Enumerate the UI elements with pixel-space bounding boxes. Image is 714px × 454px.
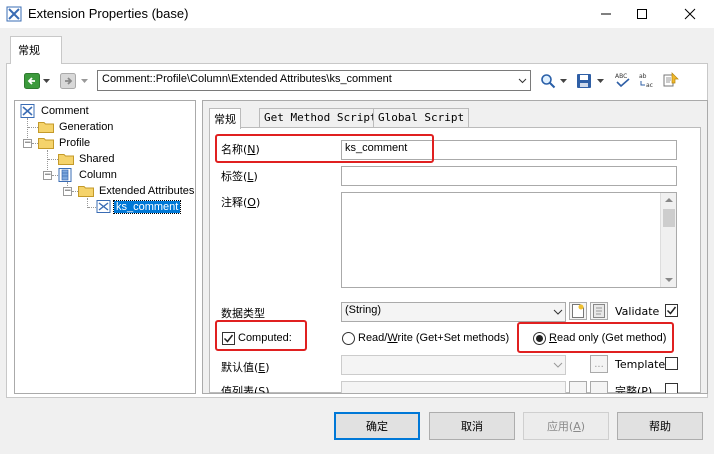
column-icon: [58, 168, 72, 182]
outer-tab-strip: [0, 28, 714, 64]
datatype-label: 数据类型: [221, 307, 265, 320]
scroll-down-icon: [665, 278, 673, 282]
save-button[interactable]: [576, 72, 592, 90]
forward-arrow-icon: [60, 73, 76, 89]
folder-open-icon: [38, 138, 54, 149]
extended-attributes-collapse-toggle[interactable]: −: [63, 187, 72, 196]
template-label: Template: [615, 358, 666, 371]
scrollbar-thumb[interactable]: [663, 209, 675, 227]
list-of-values-label: 值列表(S): [221, 385, 270, 393]
validate-label: Validate: [615, 305, 660, 318]
tree-item-extended-attributes[interactable]: Extended Attributes: [78, 183, 196, 199]
label-label: 标签(L): [221, 170, 258, 183]
tab-get-method-script[interactable]: Get Method Script: [259, 108, 382, 128]
datatype-properties-button[interactable]: [590, 302, 608, 320]
find-dropdown[interactable]: [559, 72, 567, 90]
window-title: Extension Properties (base): [28, 6, 189, 21]
chevron-down-icon: [42, 79, 50, 83]
tree-item-column[interactable]: Column: [58, 167, 119, 183]
back-button[interactable]: [24, 72, 40, 90]
replace-text-icon: ab ac: [639, 73, 653, 89]
tree-item-profile[interactable]: Profile: [38, 135, 92, 151]
label-field[interactable]: [341, 166, 677, 186]
search-icon: [541, 74, 556, 89]
properties-icon: [663, 72, 679, 87]
template-checkbox[interactable]: [665, 357, 678, 370]
save-disk-icon: [577, 74, 591, 88]
back-arrow-icon: [24, 73, 40, 89]
extended-attribute-icon: [96, 200, 111, 213]
profile-collapse-toggle[interactable]: −: [23, 139, 32, 148]
default-value-ellipsis-button[interactable]: ...: [590, 355, 608, 373]
tree-item-shared[interactable]: Shared: [58, 151, 116, 167]
column-collapse-toggle[interactable]: −: [43, 171, 52, 180]
tree-item-comment[interactable]: Comment: [20, 103, 91, 119]
checkmark-icon: [666, 306, 677, 315]
datatype-combobox[interactable]: (String): [341, 302, 566, 322]
highlight-readonly-box: [517, 322, 674, 353]
list-of-values-field[interactable]: [341, 381, 566, 393]
validate-checkbox[interactable]: [665, 304, 678, 317]
extension-icon: [20, 104, 35, 118]
replace-button[interactable]: ab ac: [638, 71, 656, 89]
forward-button[interactable]: [60, 72, 76, 90]
path-combobox[interactable]: Comment::Profile\Column\Extended Attribu…: [97, 70, 531, 91]
minimize-button[interactable]: [588, 0, 624, 28]
new-document-icon: [572, 304, 584, 318]
svg-text:ABC: ABC: [615, 73, 627, 80]
new-datatype-button[interactable]: [569, 302, 587, 320]
svg-text:ab: ab: [639, 73, 647, 80]
close-button[interactable]: [672, 0, 708, 28]
tab-general[interactable]: 常规: [209, 108, 241, 129]
maximize-icon: [637, 9, 647, 19]
highlight-computed-box: [215, 320, 307, 351]
tab-global-script[interactable]: Global Script: [373, 108, 470, 128]
chevron-down-icon: [596, 79, 604, 83]
properties-sheet-icon: [593, 304, 605, 318]
list-ellipsis-button[interactable]: [590, 381, 608, 393]
list-new-button[interactable]: [569, 381, 587, 393]
highlight-name-box: [215, 134, 434, 163]
chevron-down-icon: [553, 309, 563, 315]
maximize-button[interactable]: [624, 0, 660, 28]
chevron-down-icon: [559, 79, 567, 83]
chevron-down-icon: [518, 78, 527, 84]
path-text: Comment::Profile\Column\Extended Attribu…: [102, 73, 392, 85]
comment-scrollbar[interactable]: [660, 193, 676, 287]
back-dropdown[interactable]: [42, 72, 50, 90]
svg-text:ac: ac: [646, 82, 653, 89]
cancel-button[interactable]: 取消: [429, 412, 515, 440]
tree-item-generation[interactable]: Generation: [38, 119, 115, 135]
cut-off-row: 值列表(S) 完整(P): [209, 380, 701, 393]
folder-open-icon: [78, 186, 94, 197]
spell-check-icon: ABC: [615, 73, 630, 88]
complete-label: 完整(P): [615, 385, 653, 393]
complete-checkbox[interactable]: [665, 383, 678, 393]
scroll-up-icon: [665, 198, 673, 202]
forward-dropdown[interactable]: [80, 72, 88, 90]
folder-icon: [38, 122, 54, 133]
comment-label: 注释(O): [221, 196, 261, 209]
save-dropdown[interactable]: [596, 72, 604, 90]
apply-button[interactable]: 应用(A): [523, 412, 609, 440]
properties-button[interactable]: [662, 71, 680, 89]
ok-button[interactable]: 确定: [334, 412, 420, 440]
read-write-radio[interactable]: [342, 332, 355, 345]
default-value-combobox[interactable]: [341, 355, 566, 375]
help-button[interactable]: 帮助: [617, 412, 703, 440]
comment-field[interactable]: [341, 192, 677, 288]
find-button[interactable]: [540, 72, 556, 90]
folder-icon: [58, 154, 74, 165]
minimize-icon: [601, 13, 611, 15]
close-icon: [684, 8, 696, 20]
app-icon: [6, 6, 22, 22]
default-value-label: 默认值(E): [221, 361, 270, 374]
chevron-down-icon: [80, 79, 88, 83]
tree-item-ks-comment[interactable]: ks_comment: [96, 199, 182, 215]
read-write-label: Read/Write (Get+Set methods): [358, 332, 510, 344]
chevron-down-icon: [553, 362, 563, 368]
tab-general-outer[interactable]: 常规: [10, 36, 62, 64]
spell-check-button[interactable]: ABC: [614, 71, 632, 89]
